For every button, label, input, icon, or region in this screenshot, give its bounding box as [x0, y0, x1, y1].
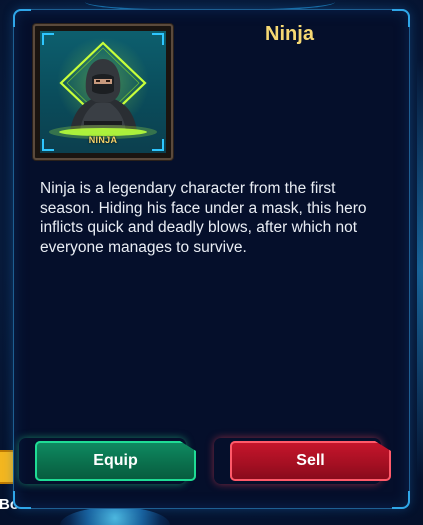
hero-title: Ninja	[265, 23, 314, 45]
portrait-name-label: NINJA	[88, 135, 118, 145]
panel-corner	[392, 9, 410, 27]
hero-description: Ninja is a legendary character from the …	[40, 180, 367, 256]
panel-corner	[13, 9, 31, 27]
panel-corner	[392, 491, 410, 509]
hero-portrait-card: NINJA	[33, 24, 173, 160]
hero-portrait-image: NINJA	[40, 31, 166, 153]
panel-corner	[13, 491, 31, 509]
equip-button[interactable]: Equip	[35, 441, 196, 481]
background-glow	[417, 60, 423, 480]
sell-button[interactable]: Sell	[230, 441, 391, 481]
game-screen: Bo NINJA Ninja Ninja is a legendary char…	[0, 0, 423, 525]
background-bubble-icon	[60, 507, 170, 525]
hero-details-panel: NINJA Ninja Ninja is a legendary charact…	[13, 9, 410, 509]
